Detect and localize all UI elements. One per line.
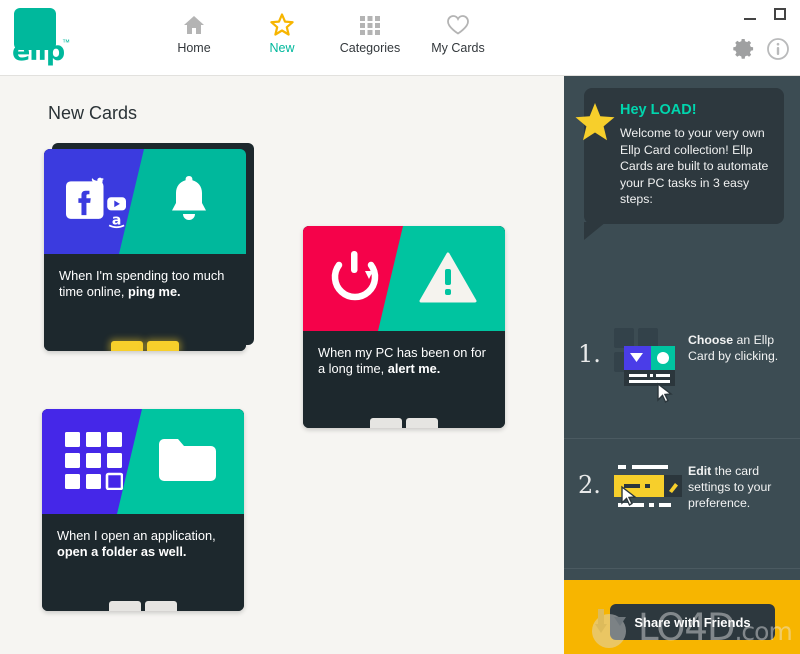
gear-icon[interactable] [730,36,756,67]
step-description: Choose an Ellp Card by clicking. [684,322,790,364]
share-with-friends-button[interactable]: Share with Friends [610,604,775,640]
warning-triangle-icon [417,246,479,310]
card-description: When I'm spending too much time online, … [44,254,246,300]
nav-item-new[interactable]: New [238,12,326,55]
share-button-label: Share with Friends [634,614,751,630]
info-icon[interactable] [766,37,790,66]
welcome-text: Welcome to your very own Ellp Card colle… [620,126,769,206]
logo-trademark: ™ [62,38,70,47]
card-ping-me[interactable]: a When I'm spending too much time online… [44,143,254,351]
nav-item-home[interactable]: Home [150,12,238,55]
card-alert-me[interactable]: When my PC has been on for a long time, … [303,226,505,428]
card-tab-left [109,601,141,611]
app-grid-icon [64,431,124,491]
card-artwork [303,226,505,331]
welcome-title: Hey LOAD! [620,102,697,118]
card-activation-tabs[interactable] [303,418,505,428]
heart-icon [446,12,470,36]
app-window: ellp ™ Home New Categories My Cards New … [0,0,800,654]
top-bar: ellp ™ Home New Categories My Cards [0,0,800,76]
page-title: New Cards [48,103,138,123]
nav-label-new: New [269,41,295,55]
nav-label-home: Home [177,41,211,55]
step-bold-word: Edit [688,464,712,478]
nav-item-categories[interactable]: Categories [326,12,414,55]
logo-text: ellp [12,36,65,67]
home-icon [182,12,206,36]
sidebar-panel: Hey LOAD! Welcome to your very own Ellp … [564,76,800,654]
bell-icon [158,169,220,233]
card-text-bold: ping me. [128,284,181,299]
sidebar-footer: Share with Friends LO4D.com [564,580,800,654]
step-edit: 2. Edit the card settings to your prefer… [564,438,800,568]
card-tab-right [145,601,177,611]
card-activation-tabs[interactable] [44,341,246,351]
card-tab-left [370,418,402,428]
card-tab-left [111,341,143,351]
card-face: a When I'm spending too much time online… [44,149,246,351]
app-logo: ellp ™ [12,8,72,70]
card-text-bold: open a folder as well. [57,544,187,559]
step-number: 2. [578,471,601,499]
folder-icon [156,429,218,493]
card-face: When my PC has been on for a long time, … [303,226,505,428]
nav-item-my-cards[interactable]: My Cards [414,12,502,55]
step-choose: 1. Choose an Ellp Card by clicking. [564,308,800,438]
social-media-icons: a [66,171,126,231]
card-text-plain: When I open an application, [57,528,216,543]
nav-label-categories: Categories [339,41,401,55]
main-content: New Cards a When I'm spending too much t… [0,76,564,654]
card-tab-right [406,418,438,428]
star-icon [574,102,616,149]
card-artwork [42,409,244,514]
step-description: Edit the card settings to your preferenc… [684,453,790,511]
card-artwork: a [44,149,246,254]
grid-icon [359,12,381,36]
step-bold-word: Choose [688,333,734,347]
card-open-folder[interactable]: When I open an application, open a folde… [42,409,244,611]
step-number: 1. [578,340,601,368]
window-controls [744,8,786,20]
power-restart-icon [325,248,385,308]
nav-label-my-cards: My Cards [431,41,485,55]
card-text-bold: alert me. [387,361,441,376]
main-navigation: Home New Categories My Cards [150,12,502,55]
card-tab-right [147,341,179,351]
card-description: When I open an application, open a folde… [42,514,244,560]
minimize-button[interactable] [744,17,756,20]
top-right-icons [730,36,790,67]
card-edit-illustration [608,457,684,537]
maximize-button[interactable] [774,8,786,20]
card-description: When my PC has been on for a long time, … [303,331,505,377]
card-face: When I open an application, open a folde… [42,409,244,611]
star-icon [270,12,294,36]
card-activation-tabs[interactable] [42,601,244,611]
card-choose-illustration [608,326,684,406]
